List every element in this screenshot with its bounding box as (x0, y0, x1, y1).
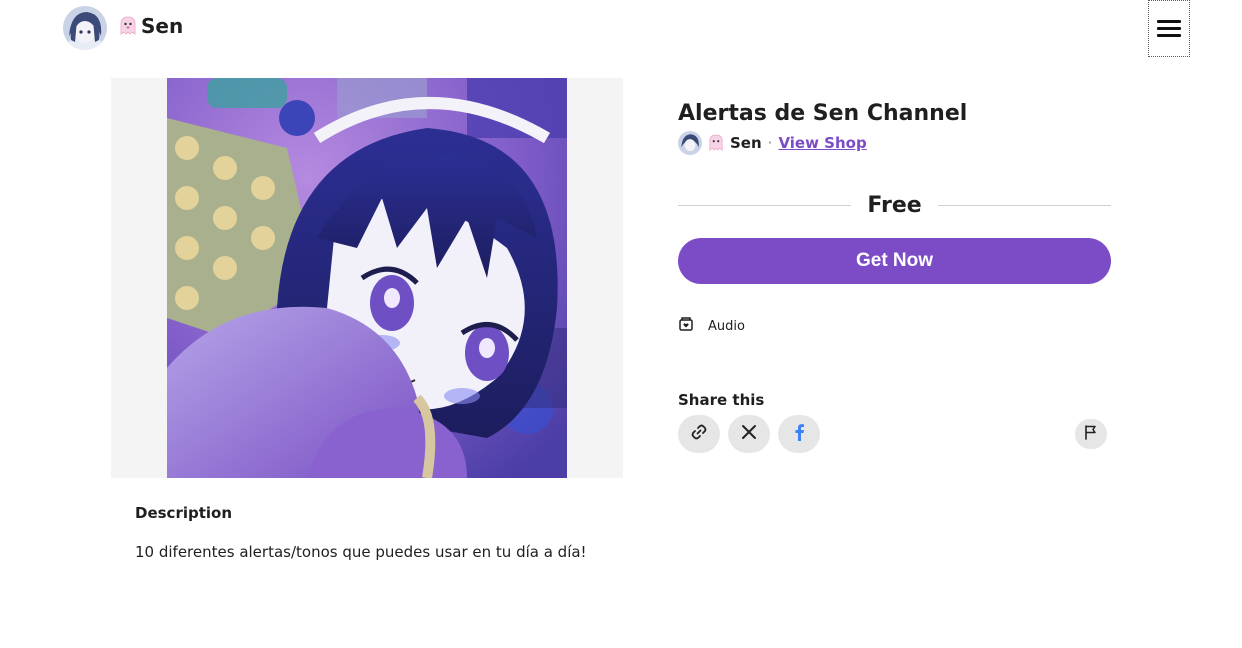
separator-dot: · (767, 134, 773, 152)
seller-name[interactable]: Sen (730, 134, 762, 152)
avatar-image (63, 6, 107, 50)
flag-icon (1083, 424, 1099, 444)
hamburger-menu-icon[interactable] (1148, 0, 1190, 57)
share-x-button[interactable] (728, 415, 770, 453)
avatar[interactable] (63, 6, 107, 50)
link-icon (689, 422, 709, 446)
seller-avatar[interactable] (678, 131, 702, 155)
brand-name: Sen (141, 14, 184, 38)
share-facebook-button[interactable] (778, 415, 820, 453)
ghost-icon (708, 134, 724, 152)
facebook-icon (792, 423, 806, 445)
category-tag: Audio (678, 316, 745, 336)
divider (678, 204, 852, 206)
category-label: Audio (708, 318, 745, 334)
brand[interactable]: Sen (119, 14, 183, 38)
seller-info: Sen · View Shop (678, 131, 867, 155)
ghost-icon (119, 16, 137, 36)
product-title: Alertas de Sen Channel (678, 101, 968, 126)
share-link-button[interactable] (678, 415, 720, 453)
description-title: Description (135, 504, 233, 522)
audio-box-icon (678, 316, 694, 336)
x-logo-icon (741, 424, 757, 444)
product-image-panel (111, 78, 623, 478)
header: Sen (0, 0, 1242, 60)
report-button[interactable] (1075, 419, 1107, 449)
description-text: 10 diferentes alertas/tonos que puedes u… (135, 543, 587, 561)
price-row: Free (678, 190, 1111, 220)
divider (937, 204, 1111, 206)
price-label: Free (867, 192, 922, 218)
view-shop-link[interactable]: View Shop (778, 134, 866, 152)
share-title: Share this (678, 391, 765, 409)
product-image[interactable] (167, 78, 567, 478)
get-now-button[interactable]: Get Now (678, 238, 1111, 284)
